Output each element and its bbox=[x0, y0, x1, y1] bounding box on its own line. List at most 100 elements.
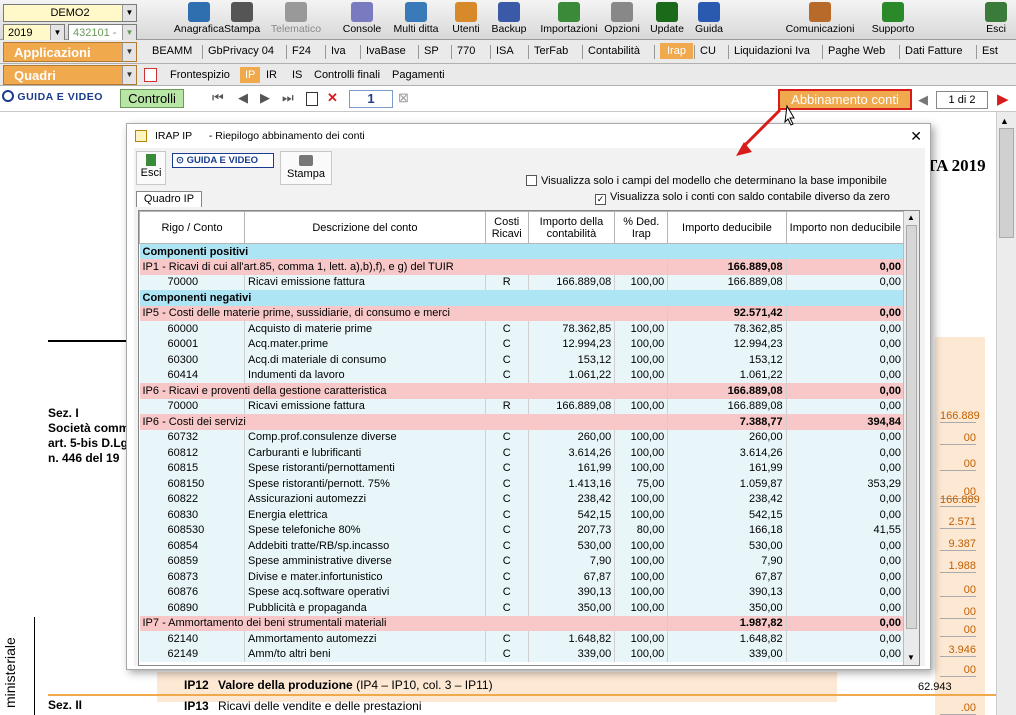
form-value[interactable]: 9.387 bbox=[940, 538, 976, 551]
console-button[interactable]: Console bbox=[336, 2, 388, 38]
table-row[interactable]: 60822 Assicurazioni automezzi C 238,42 100,0… bbox=[139, 491, 906, 507]
scroll-thumb[interactable] bbox=[999, 128, 1014, 238]
update-button[interactable]: Update bbox=[648, 2, 686, 38]
tab-isa[interactable]: ISA bbox=[496, 44, 514, 58]
prev-icon[interactable]: ◀ bbox=[918, 92, 928, 108]
form-value[interactable]: 1.988 bbox=[940, 560, 976, 573]
tab-iva[interactable]: Iva bbox=[331, 44, 346, 58]
form-value[interactable]: 00 bbox=[940, 584, 976, 597]
group-row[interactable]: IP1 - Ricavi di cui all'art.85, comma 1,… bbox=[139, 259, 906, 275]
table-row[interactable]: 60300 Acq.di materiale di consumo C 153,12 1… bbox=[139, 352, 906, 368]
tab-f24[interactable]: F24 bbox=[292, 44, 311, 58]
table-row[interactable]: 70000 Ricavi emissione fattura R 166.889,08… bbox=[139, 274, 906, 290]
table-row[interactable]: 608150 Spese ristoranti/pernott. 75% C 1.41… bbox=[139, 476, 906, 492]
form-value[interactable]: 3.946 bbox=[940, 644, 976, 657]
next-page-icon[interactable]: ▶ bbox=[260, 90, 270, 106]
importazioni-button[interactable]: Importazioni bbox=[537, 2, 601, 38]
stampa-button[interactable]: Stampa bbox=[224, 2, 260, 38]
tab-dati-fatture[interactable]: Dati Fatture bbox=[905, 44, 962, 58]
section-row[interactable]: Componenti negativi bbox=[139, 290, 905, 306]
pdf-icon[interactable] bbox=[144, 68, 157, 82]
chevron-down-icon[interactable]: ▼ bbox=[122, 66, 136, 84]
page-scrollbar[interactable]: ▲ bbox=[996, 112, 1016, 715]
tab-quadro-ip[interactable]: Quadro IP bbox=[136, 191, 202, 207]
subtab-pagamenti[interactable]: Pagamenti bbox=[392, 68, 445, 82]
first-page-icon[interactable]: ⏮ bbox=[212, 90, 224, 106]
scroll-up-icon[interactable]: ▲ bbox=[1000, 116, 1009, 126]
abbinamento-conti-button[interactable]: Abbinamento conti bbox=[778, 89, 912, 110]
subtab-ir[interactable]: IR bbox=[266, 68, 277, 82]
subtab-is[interactable]: IS bbox=[292, 68, 302, 82]
chevron-down-icon[interactable]: ▼ bbox=[122, 5, 136, 21]
table-row[interactable]: 60873 Divise e mater.infortunistico C 67,87… bbox=[139, 569, 906, 585]
option-base-imponibile[interactable]: Visualizza solo i campi del modello che … bbox=[526, 175, 887, 187]
quadri-select[interactable]: Quadri ▼ bbox=[3, 65, 137, 85]
form-value[interactable]: 166.889 bbox=[940, 494, 980, 507]
form-value[interactable]: 166.889 bbox=[940, 410, 980, 423]
opzioni-button[interactable]: Opzioni bbox=[603, 2, 641, 38]
scroll-thumb[interactable] bbox=[906, 225, 917, 629]
supporto-button[interactable]: Supporto bbox=[866, 2, 920, 38]
tab-cu[interactable]: CU bbox=[700, 44, 716, 58]
form-value[interactable]: 00 bbox=[940, 664, 976, 677]
multi-ditta-button[interactable]: Multi ditta bbox=[392, 2, 440, 38]
form-value[interactable]: 2.571 bbox=[940, 516, 976, 529]
scroll-down-icon[interactable]: ▼ bbox=[907, 653, 915, 662]
tab-contabilit-[interactable]: Contabilità bbox=[588, 44, 640, 58]
table-row[interactable]: 70000 Ricavi emissione fattura R 166.889,08… bbox=[139, 398, 906, 414]
close-icon[interactable]: ✕ bbox=[910, 124, 922, 148]
chevron-down-icon[interactable]: ▼ bbox=[122, 25, 136, 41]
tab-paghe-web[interactable]: Paghe Web bbox=[828, 44, 885, 58]
backup-button[interactable]: Backup bbox=[490, 2, 528, 38]
subtab-controlli-finali[interactable]: Controlli finali bbox=[314, 68, 380, 82]
table-row[interactable]: 60000 Acquisto di materie prime C 78.362,85… bbox=[139, 321, 906, 337]
prev-page-icon[interactable]: ◀ bbox=[238, 90, 248, 106]
form-value[interactable]: 00 bbox=[940, 432, 976, 445]
table-row[interactable]: 60815 Spese ristoranti/pernottamenti C 161,… bbox=[139, 460, 906, 476]
next-icon[interactable]: ▶ bbox=[997, 90, 1009, 108]
esci-button[interactable]: Esci bbox=[136, 151, 166, 185]
tab-beamm[interactable]: BEAMM bbox=[152, 44, 192, 58]
checkbox-checked[interactable]: ✓ bbox=[595, 194, 606, 205]
table-row[interactable]: 608530 Spese telefoniche 80% C 207,73 80,00 1… bbox=[139, 522, 906, 538]
form-value[interactable]: 00 bbox=[940, 458, 976, 471]
tab-gbprivacy-04[interactable]: GbPrivacy 04 bbox=[208, 44, 274, 58]
table-row[interactable]: 60890 Pubblicità e propaganda C 350,00 100,0… bbox=[139, 600, 906, 616]
tab-770[interactable]: 770 bbox=[457, 44, 475, 58]
tab-irap[interactable]: Irap bbox=[660, 43, 693, 59]
tab-est[interactable]: Est bbox=[982, 44, 998, 58]
clear-icon[interactable]: ⊠ bbox=[398, 90, 409, 106]
group-row[interactable]: IP6 - Ricavi e proventi della gestione c… bbox=[139, 383, 906, 399]
group-row[interactable]: IP5 - Costi delle materie prime, sussidi… bbox=[139, 305, 906, 321]
checkbox-unchecked[interactable] bbox=[526, 175, 537, 186]
guida-video-link[interactable]: GUIDA E VIDEO bbox=[2, 90, 103, 103]
table-row[interactable]: 60859 Spese amministrative diverse C 7,90 10… bbox=[139, 553, 906, 569]
telematico-button[interactable]: Telematico bbox=[269, 2, 323, 38]
table-row[interactable]: 60001 Acq.mater.prime C 12.994,23 100,00 12.9… bbox=[139, 336, 906, 352]
guida-button[interactable]: Guida bbox=[692, 2, 726, 38]
table-row[interactable]: 60732 Comp.prof.consulenze diverse C 260,00… bbox=[139, 429, 906, 445]
form-value[interactable]: .00 bbox=[940, 702, 976, 715]
applicazioni-select[interactable]: Applicazioni ▼ bbox=[3, 42, 137, 62]
table-row[interactable]: 60854 Addebiti tratte/RB/sp.incasso C 530,0… bbox=[139, 538, 906, 554]
last-page-icon[interactable]: ⏭ bbox=[282, 90, 294, 106]
tab-terfab[interactable]: TerFab bbox=[534, 44, 568, 58]
table-row[interactable]: 60414 Indumenti da lavoro C 1.061,22 100,00 1… bbox=[139, 367, 906, 383]
chevron-down-icon[interactable]: ▼ bbox=[122, 43, 136, 61]
table-scrollbar[interactable]: ▲ ▼ bbox=[903, 211, 919, 665]
page-number-input[interactable]: 1 bbox=[349, 90, 393, 108]
company-select[interactable]: DEMO2 ▼ bbox=[3, 4, 137, 22]
table-row[interactable]: 60812 Carburanti e lubrificanti C 3.614,26 1… bbox=[139, 445, 906, 461]
dialog-stampa-button[interactable]: Stampa bbox=[280, 151, 332, 185]
subtab-ip[interactable]: IP bbox=[240, 67, 261, 83]
form-value[interactable]: 00 bbox=[940, 606, 976, 619]
chevron-down-icon[interactable]: ▼ bbox=[50, 25, 64, 41]
anagrafica-button[interactable]: Anagrafica bbox=[170, 2, 228, 38]
option-saldo-diverso[interactable]: ✓ Visualizza solo i conti con saldo conta… bbox=[595, 191, 890, 205]
esci-button[interactable]: Esci bbox=[982, 2, 1010, 38]
group-row[interactable]: IP6 - Costi dei servizi 7.388,77 394,84 bbox=[139, 414, 906, 430]
tab-ivabase[interactable]: IvaBase bbox=[366, 44, 406, 58]
table-row[interactable]: 60876 Spese acq.software operativi C 390,13… bbox=[139, 584, 906, 600]
table-row[interactable]: 62149 Amm/to altri beni C 339,00 100,00 339,0… bbox=[139, 646, 906, 662]
controlli-button[interactable]: Controlli bbox=[120, 89, 184, 108]
